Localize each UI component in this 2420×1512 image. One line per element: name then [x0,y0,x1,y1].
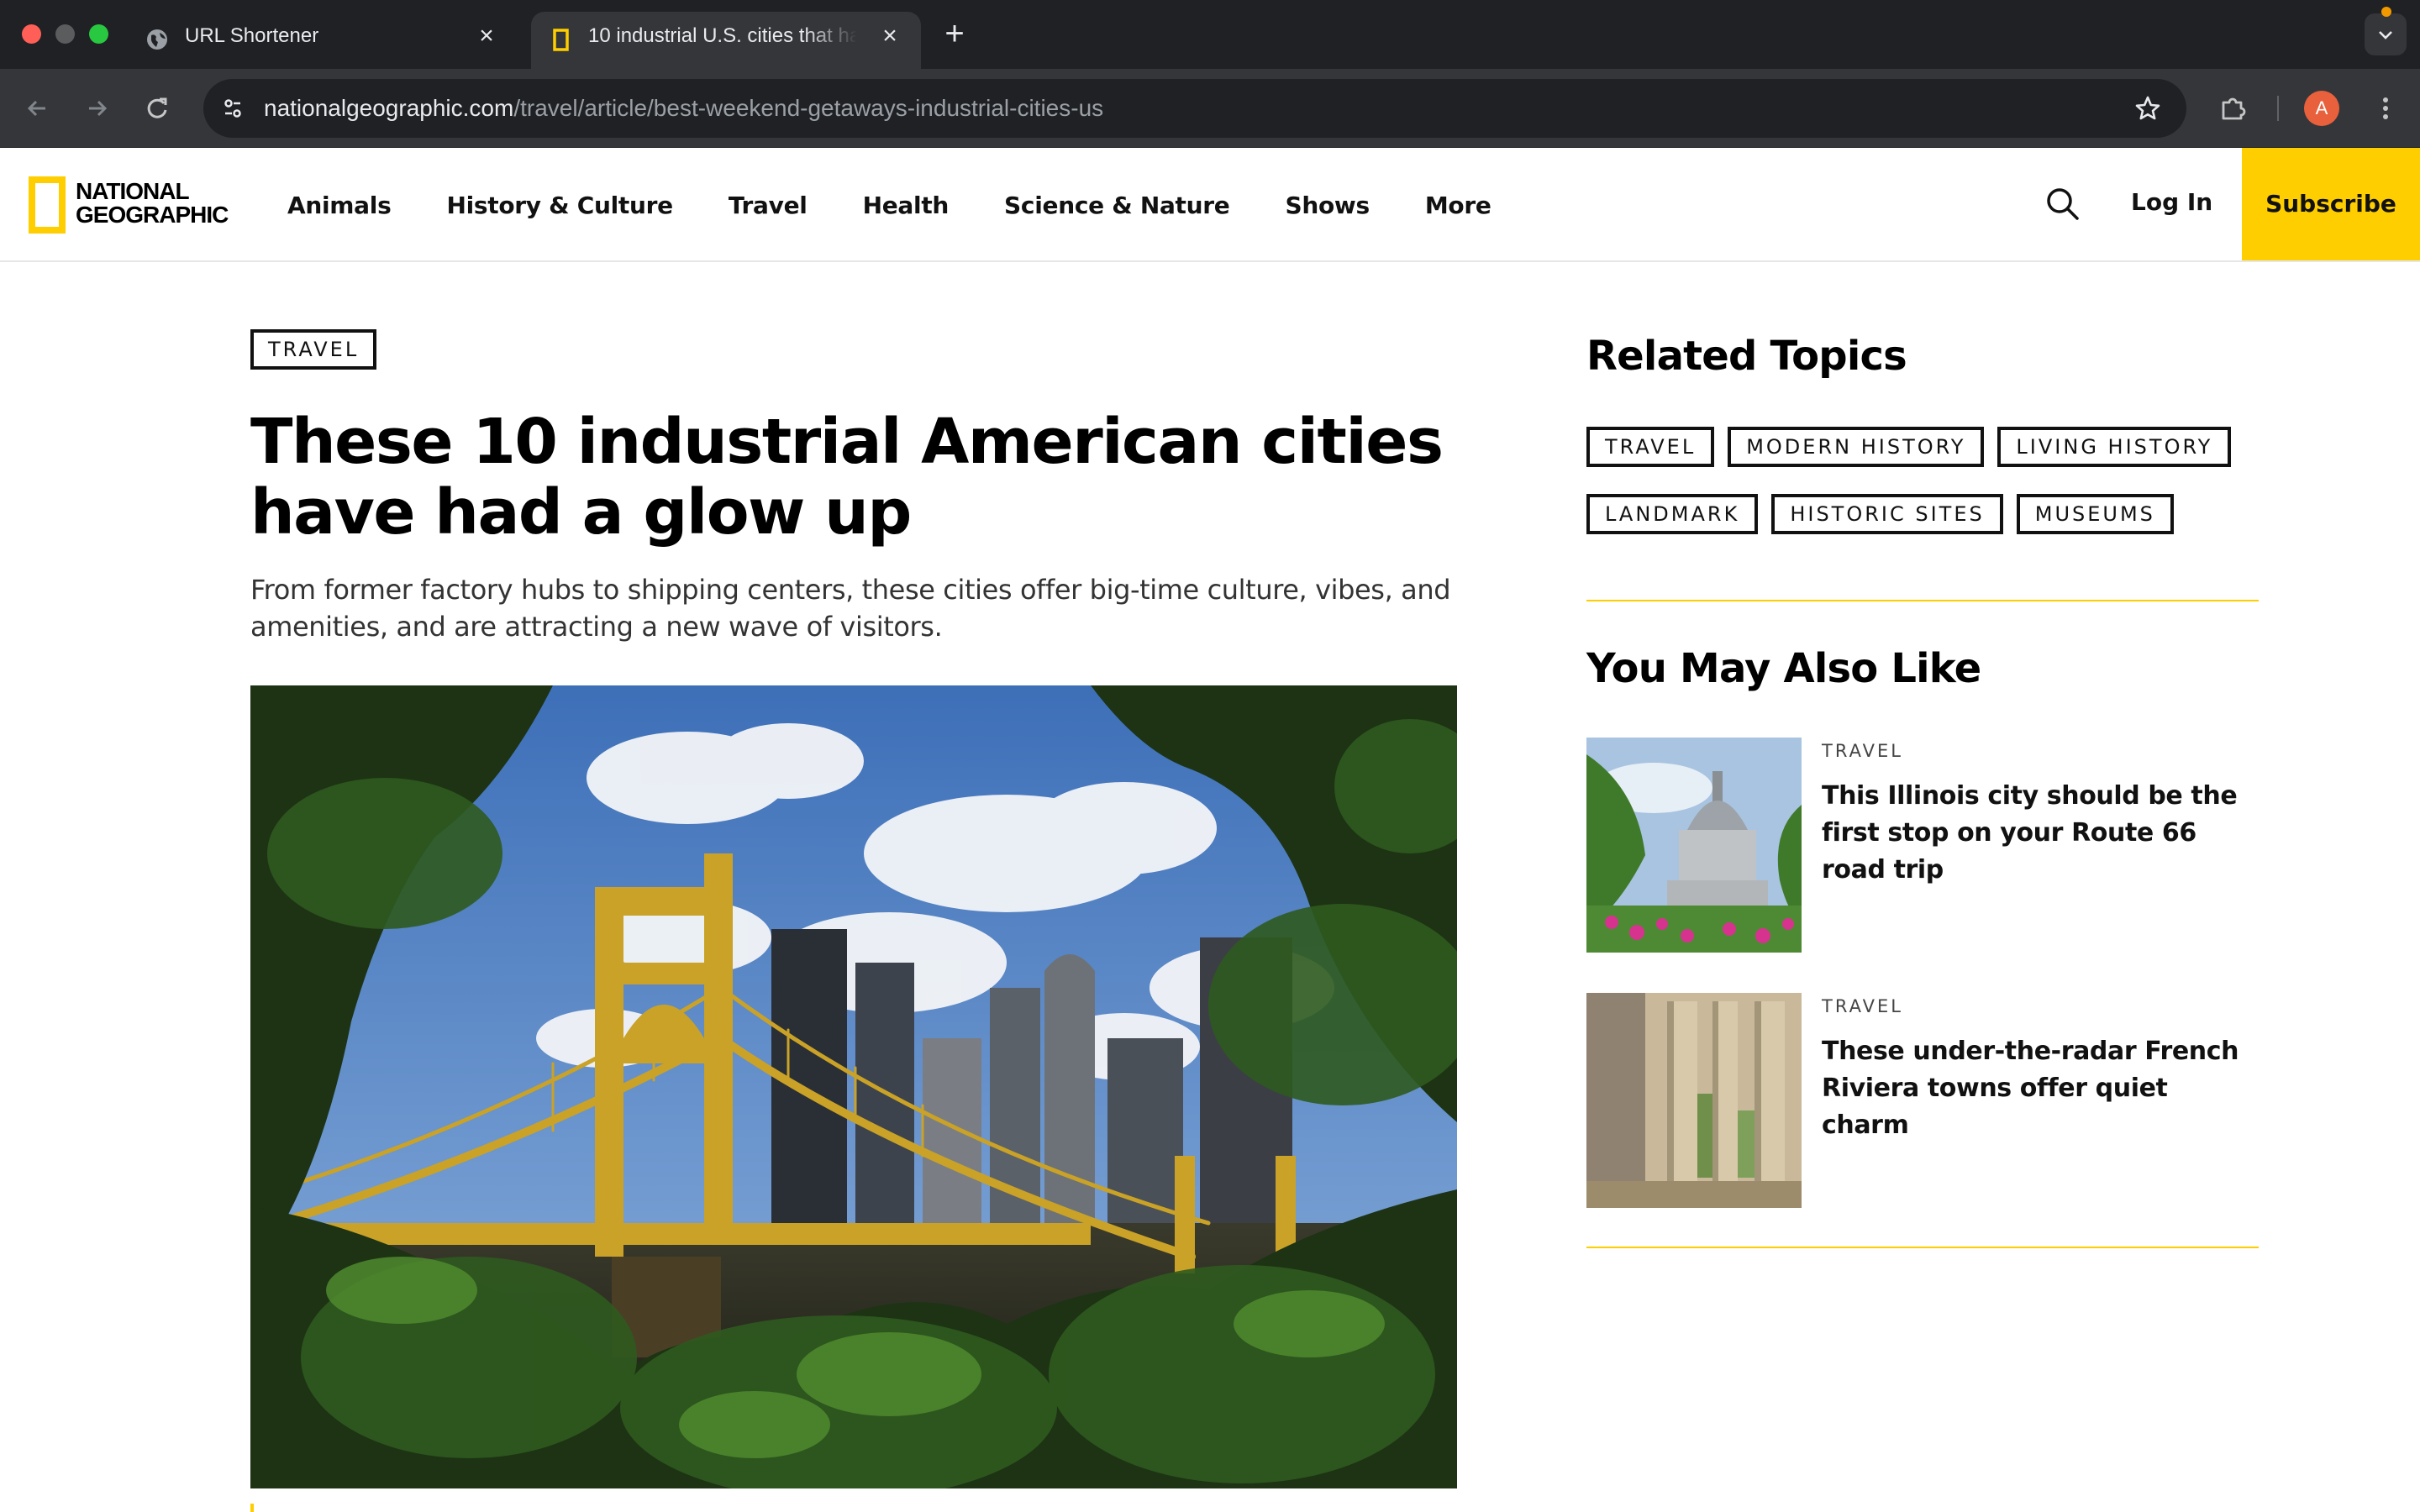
reload-icon[interactable] [139,91,175,126]
toolbar-divider [2277,96,2279,121]
logo-line-1: NATIONAL [76,178,190,204]
topic-row: LANDMARK HISTORIC SITES MUSEUMS [1586,494,2275,534]
logo-line-2: GEOGRAPHIC [76,202,229,228]
nav-item-more[interactable]: More [1425,192,1491,219]
related-topics-heading: Related Topics [1586,333,1907,380]
caption-accent-bar [250,1504,254,1512]
card-category: TRAVEL [1822,741,1903,761]
browser-tab-active[interactable]: 10 industrial U.S. cities that have had … [531,12,921,69]
section-divider [1586,1247,2259,1248]
nav-item-shows[interactable]: Shows [1285,192,1370,219]
browser-toolbar: nationalgeographic.com/travel/article/be… [0,69,2420,148]
browser-menu-icon[interactable] [2368,91,2403,126]
address-bar[interactable]: nationalgeographic.com/travel/article/be… [203,79,2186,138]
bookmark-star-icon[interactable] [2131,92,2165,125]
card-title[interactable]: These under-the-radar French Riviera tow… [1822,1033,2259,1144]
tab-search-button[interactable] [2365,13,2407,55]
topic-tag-modern-history[interactable]: MODERN HISTORY [1728,427,1985,467]
topic-tag-landmark[interactable]: LANDMARK [1586,494,1759,534]
card-title[interactable]: This Illinois city should be the first s… [1822,778,2259,889]
minimize-window-button[interactable] [55,24,75,44]
capitol-dome-with-flowers-image[interactable] [1586,738,1802,953]
new-tab-button[interactable]: + [938,17,971,50]
close-window-button[interactable] [22,24,41,44]
article-dek: From former factory hubs to shipping cen… [250,574,1451,643]
also-like-heading: You May Also Like [1586,645,1981,692]
tab-title: URL Shortener [185,24,319,47]
close-tab-icon[interactable]: × [877,24,902,49]
notification-dot [2381,7,2391,17]
hero-image[interactable] [250,685,1457,1488]
tab-title: 10 industrial U.S. cities that have had … [588,24,857,47]
main-nav: Animals History & Culture Travel Health … [287,148,1547,262]
forward-icon[interactable] [79,91,114,126]
zoom-window-button[interactable] [89,24,108,44]
topic-tag-museums[interactable]: MUSEUMS [2016,494,2174,534]
related-topics-list: TRAVEL MODERN HISTORY LIVING HISTORY LAN… [1586,427,2275,561]
nav-item-health[interactable]: Health [863,192,950,219]
login-link[interactable]: Log In [2131,188,2212,216]
card-category: TRAVEL [1822,996,1903,1016]
close-tab-icon[interactable]: × [474,24,499,49]
site-header: NATIONAL GEOGRAPHIC Animals History & Cu… [0,148,2420,262]
url-path: /travel/article/best-weekend-getaways-in… [513,95,1104,121]
url-text: nationalgeographic.com/travel/article/be… [264,93,1103,123]
recommended-card[interactable]: TRAVEL This Illinois city should be the … [1586,738,2259,953]
topic-tag-historic-sites[interactable]: HISTORIC SITES [1771,494,2003,534]
topic-row: TRAVEL MODERN HISTORY LIVING HISTORY [1586,427,2275,467]
chevron-down-icon [2379,31,2392,39]
topic-tag-travel[interactable]: TRAVEL [1586,427,1715,467]
natgeo-logo[interactable]: NATIONAL GEOGRAPHIC [29,176,229,234]
nav-item-travel[interactable]: Travel [729,192,808,219]
subscribe-button[interactable]: Subscribe [2242,148,2420,260]
nav-item-animals[interactable]: Animals [287,192,392,219]
profile-avatar[interactable]: A [2304,91,2339,126]
nav-item-history-culture[interactable]: History & Culture [446,192,673,219]
bridge-skyline-image [250,685,1457,1488]
extensions-puzzle-icon[interactable] [2215,91,2250,126]
site-info-icon[interactable] [215,91,250,126]
url-host: nationalgeographic.com [264,95,514,121]
section-divider [1586,600,2259,601]
article-headline: These 10 industrial American cities have… [250,406,1444,549]
article-category-tag[interactable]: TRAVEL [250,329,377,370]
topic-tag-living-history[interactable]: LIVING HISTORY [1997,427,2232,467]
ancient-columns-image[interactable] [1586,993,1802,1208]
nav-item-science-nature[interactable]: Science & Nature [1004,192,1230,219]
back-icon[interactable] [20,91,55,126]
globe-icon [145,27,170,52]
browser-tab-bar: URL Shortener × 10 industrial U.S. citie… [0,0,2420,69]
natgeo-icon [548,27,573,52]
recommended-card[interactable]: TRAVEL These under-the-radar French Rivi… [1586,993,2259,1208]
logo-wordmark: NATIONAL GEOGRAPHIC [76,178,229,228]
logo-yellow-frame-icon [29,176,66,234]
search-icon[interactable] [2044,185,2082,223]
browser-tab[interactable]: URL Shortener × [128,12,518,69]
